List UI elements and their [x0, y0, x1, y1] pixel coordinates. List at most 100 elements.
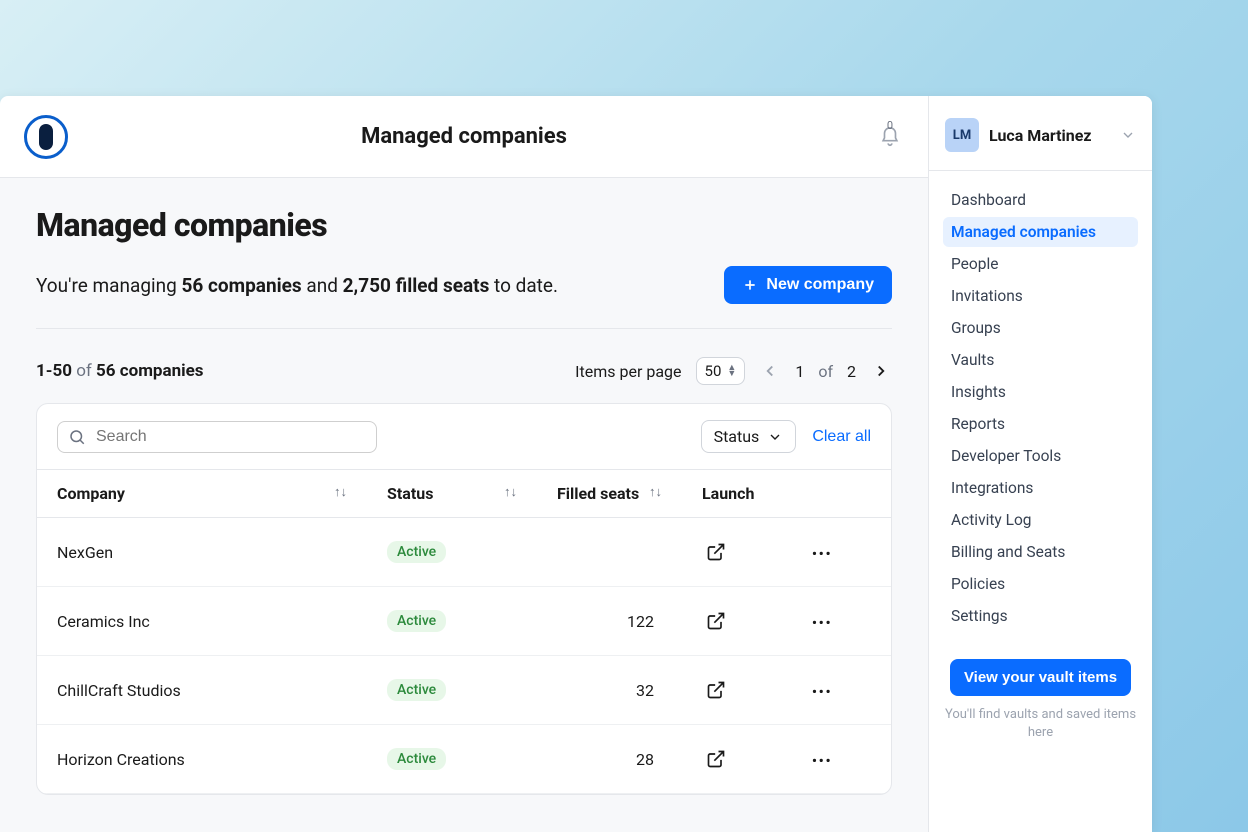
- cell-actions: •••: [792, 587, 891, 656]
- cell-launch: [682, 725, 792, 794]
- status-filter[interactable]: Status: [701, 420, 797, 453]
- sidebar-item[interactable]: Vaults: [943, 345, 1138, 375]
- prev-page-button[interactable]: [759, 360, 781, 382]
- sidebar-item[interactable]: Dashboard: [943, 185, 1138, 215]
- vault-hint: You'll find vaults and saved items here: [943, 706, 1138, 742]
- cell-launch: [682, 518, 792, 587]
- summary-mid: and: [302, 274, 343, 297]
- search-icon: [68, 428, 86, 446]
- sidebar-item[interactable]: Invitations: [943, 281, 1138, 311]
- row-actions-button[interactable]: •••: [812, 754, 832, 769]
- pager-row: 1-50 of 56 companies Items per page 50 ▲…: [36, 357, 892, 385]
- external-link-icon: [706, 749, 726, 769]
- notifications-count: 0: [887, 119, 893, 132]
- ipp-value: 50: [705, 362, 722, 380]
- sort-icon: ↑↓: [504, 484, 517, 500]
- cell-seats: 28: [537, 725, 682, 794]
- sidebar-item[interactable]: Billing and Seats: [943, 537, 1138, 567]
- pager-controls: Items per page 50 ▲▼ 1 of 2: [575, 357, 892, 385]
- companies-table: Company↑↓ Status↑↓ Filled seats↑↓ Launch…: [37, 469, 891, 794]
- clear-all-button[interactable]: Clear all: [812, 428, 871, 446]
- summary-companies: 56 companies: [181, 274, 301, 297]
- launch-button[interactable]: [702, 538, 730, 566]
- sidebar: LM Luca Martinez DashboardManaged compan…: [928, 96, 1152, 832]
- current-page: 1: [795, 362, 804, 381]
- row-actions-button[interactable]: •••: [812, 547, 832, 562]
- search-field[interactable]: [57, 421, 377, 453]
- new-company-label: New company: [766, 276, 874, 294]
- chevron-down-icon: [767, 429, 783, 445]
- sidebar-item[interactable]: Managed companies: [943, 217, 1138, 247]
- sidebar-nav: DashboardManaged companiesPeopleInvitati…: [943, 185, 1138, 631]
- cell-company: Horizon Creations: [37, 725, 367, 794]
- summary-text: You're managing 56 companies and 2,750 f…: [36, 274, 558, 297]
- cell-company: Ceramics Inc: [37, 587, 367, 656]
- sidebar-item[interactable]: Insights: [943, 377, 1138, 407]
- cell-launch: [682, 587, 792, 656]
- summary-row: You're managing 56 companies and 2,750 f…: [36, 266, 892, 329]
- main-column: Managed companies 0 Managed companies Yo…: [0, 96, 928, 832]
- cell-actions: •••: [792, 518, 891, 587]
- ipp-label: Items per page: [575, 362, 681, 381]
- divider: [929, 170, 1152, 171]
- launch-button[interactable]: [702, 745, 730, 773]
- summary-suffix: to date.: [489, 274, 558, 297]
- launch-button[interactable]: [702, 607, 730, 635]
- sidebar-item[interactable]: Activity Log: [943, 505, 1138, 535]
- results-range: 1-50 of 56 companies: [36, 361, 204, 381]
- range-numbers: 1-50: [36, 361, 72, 381]
- sort-icon: ↑↓: [649, 484, 662, 500]
- table-row: ChillCraft Studios Active 32 •••: [37, 656, 891, 725]
- chevron-down-icon: [1120, 127, 1136, 143]
- page-title: Managed companies: [36, 206, 892, 244]
- launch-button[interactable]: [702, 676, 730, 704]
- chevron-left-icon: [761, 362, 779, 380]
- col-filled-seats[interactable]: Filled seats↑↓: [537, 470, 682, 518]
- sidebar-item[interactable]: Groups: [943, 313, 1138, 343]
- next-page-button[interactable]: [870, 360, 892, 382]
- user-menu[interactable]: LM Luca Martinez: [943, 114, 1138, 156]
- stepper-icon: ▲▼: [727, 365, 736, 377]
- external-link-icon: [706, 542, 726, 562]
- content-area: Managed companies You're managing 56 com…: [0, 178, 928, 832]
- chevron-right-icon: [872, 362, 890, 380]
- search-input[interactable]: [96, 428, 366, 446]
- cell-status: Active: [367, 725, 537, 794]
- user-name: Luca Martinez: [989, 126, 1092, 145]
- col-status[interactable]: Status↑↓: [367, 470, 537, 518]
- page-of: of: [818, 362, 833, 381]
- sort-icon: ↑↓: [334, 484, 347, 500]
- external-link-icon: [706, 680, 726, 700]
- sidebar-item[interactable]: Reports: [943, 409, 1138, 439]
- sidebar-item[interactable]: Settings: [943, 601, 1138, 631]
- cell-company: ChillCraft Studios: [37, 656, 367, 725]
- view-vault-button[interactable]: View your vault items: [950, 659, 1131, 696]
- range-total: 56 companies: [96, 361, 204, 381]
- cell-company: NexGen: [37, 518, 367, 587]
- notifications-button[interactable]: 0: [876, 123, 904, 151]
- companies-card: Status Clear all Company↑↓ Status↑↓ Fill…: [36, 403, 892, 795]
- status-badge: Active: [387, 748, 446, 770]
- sidebar-item[interactable]: Integrations: [943, 473, 1138, 503]
- table-row: Horizon Creations Active 28 •••: [37, 725, 891, 794]
- sidebar-item[interactable]: People: [943, 249, 1138, 279]
- cell-status: Active: [367, 518, 537, 587]
- status-badge: Active: [387, 679, 446, 701]
- row-actions-button[interactable]: •••: [812, 685, 832, 700]
- topbar-title: Managed companies: [361, 124, 567, 149]
- total-pages: 2: [847, 362, 856, 381]
- col-company[interactable]: Company↑↓: [37, 470, 367, 518]
- cell-seats: 32: [537, 656, 682, 725]
- cell-seats: 122: [537, 587, 682, 656]
- items-per-page-select[interactable]: 50 ▲▼: [696, 357, 746, 385]
- new-company-button[interactable]: New company: [724, 266, 892, 304]
- vault-cta: View your vault items You'll find vaults…: [943, 659, 1138, 742]
- sidebar-item[interactable]: Policies: [943, 569, 1138, 599]
- cell-status: Active: [367, 587, 537, 656]
- cell-actions: •••: [792, 725, 891, 794]
- status-badge: Active: [387, 610, 446, 632]
- status-badge: Active: [387, 541, 446, 563]
- external-link-icon: [706, 611, 726, 631]
- row-actions-button[interactable]: •••: [812, 616, 832, 631]
- sidebar-item[interactable]: Developer Tools: [943, 441, 1138, 471]
